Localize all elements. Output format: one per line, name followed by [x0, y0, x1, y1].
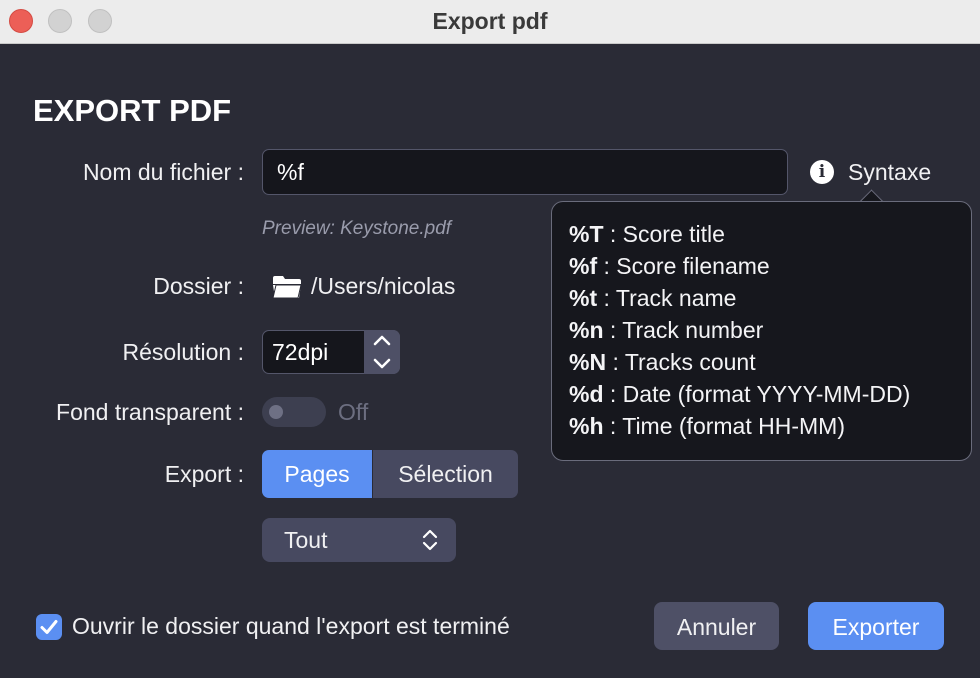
syntax-line: %h : Time (format HH-MM) [569, 413, 845, 439]
open-folder-label[interactable]: Ouvrir le dossier quand l'export est ter… [72, 613, 510, 640]
filename-preview: Preview: Keystone.pdf [262, 218, 452, 239]
syntax-line: %f : Score filename [569, 253, 770, 279]
chevron-down-icon[interactable] [364, 352, 400, 374]
filename-label: Nom du fichier : [82, 159, 244, 185]
page-range-select[interactable]: Tout [262, 518, 456, 562]
window-title: Export pdf [432, 8, 548, 34]
chevron-up-icon[interactable] [364, 330, 400, 352]
syntax-tooltip-content: %T : Score title %f : Score filename %t … [569, 221, 969, 445]
toggle-state-text: Off [338, 399, 369, 425]
filename-input[interactable] [262, 149, 788, 195]
segment-selection[interactable]: Sélection [373, 450, 518, 498]
export-button[interactable]: Exporter [808, 602, 944, 650]
open-folder-checkbox[interactable] [36, 614, 62, 640]
resolution-stepper[interactable] [364, 330, 400, 374]
transparent-toggle[interactable] [262, 397, 326, 427]
cancel-button[interactable]: Annuler [654, 602, 779, 650]
segment-pages[interactable]: Pages [262, 450, 372, 498]
path-fade [470, 272, 560, 302]
info-icon[interactable]: i [810, 160, 834, 184]
transparent-label: Fond transparent : [56, 399, 244, 425]
syntax-help-link[interactable]: Syntaxe [848, 159, 931, 186]
folder-path[interactable]: /Users/nicolas [311, 273, 455, 300]
syntax-line: %n : Track number [569, 317, 764, 343]
up-down-chevron-icon [422, 529, 438, 551]
dialog-heading: EXPORT PDF [33, 93, 232, 128]
syntax-line: %T : Score title [569, 221, 725, 247]
checkmark-icon [40, 620, 58, 634]
page-range-value: Tout [284, 527, 328, 553]
folder-icon[interactable] [272, 275, 302, 299]
resolution-value[interactable]: 72dpi [272, 339, 328, 366]
syntax-line: %N : Tracks count [569, 349, 756, 375]
resolution-label: Résolution : [122, 339, 244, 365]
export-label: Export : [164, 461, 244, 487]
toggle-knob [269, 405, 283, 419]
syntax-line: %d : Date (format YYYY-MM-DD) [569, 381, 911, 407]
title-bar: Export pdf [0, 0, 980, 44]
folder-label: Dossier : [153, 273, 244, 299]
syntax-line: %t : Track name [569, 285, 737, 311]
